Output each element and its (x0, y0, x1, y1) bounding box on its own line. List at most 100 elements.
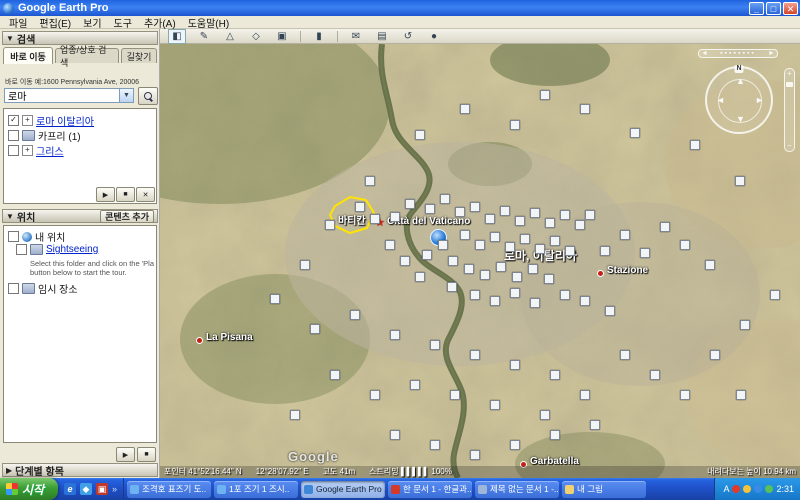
photo-placemark-icon[interactable] (485, 214, 495, 224)
result-checkbox[interactable] (8, 115, 19, 126)
combo-dropdown-icon[interactable]: ▼ (119, 89, 133, 102)
app-quicklaunch-icon[interactable]: ▣ (96, 483, 108, 495)
photo-placemark-icon[interactable] (515, 216, 525, 226)
tab-fly-to[interactable]: 바로 이동 (3, 47, 53, 64)
places-checkbox[interactable] (8, 283, 19, 294)
photo-placemark-icon[interactable] (425, 204, 435, 214)
play-tour-button[interactable]: ▶ (96, 187, 115, 202)
places-panel-header[interactable]: ▼ 위치 콘텐츠 추가 (2, 209, 158, 223)
messenger-quicklaunch-icon[interactable]: ◆ (80, 483, 92, 495)
view-in-maps-icon[interactable]: ↺ (400, 30, 416, 43)
quicklaunch-overflow-icon[interactable]: » (112, 484, 117, 494)
photo-placemark-icon[interactable] (540, 410, 550, 420)
photo-placemark-icon[interactable] (325, 220, 335, 230)
email-icon[interactable]: ✉ (348, 30, 364, 43)
photo-placemark-icon[interactable] (470, 350, 480, 360)
photo-placemark-icon[interactable] (390, 430, 400, 440)
menu-add[interactable]: 추가(A) (139, 15, 181, 30)
photo-placemark-icon[interactable] (690, 140, 700, 150)
photo-placemark-icon[interactable] (447, 282, 457, 292)
pan-down-icon[interactable]: ▼ (736, 114, 745, 124)
photo-placemark-icon[interactable] (705, 260, 715, 270)
zoom-in-button[interactable]: + (785, 69, 794, 78)
add-polygon-icon[interactable]: △ (222, 30, 238, 43)
photo-placemark-icon[interactable] (455, 207, 465, 217)
my-places-row[interactable]: 내 위치 (8, 229, 65, 244)
places-play-button[interactable]: ▶ (116, 447, 135, 462)
ime-indicator[interactable]: A (723, 484, 729, 494)
search-input[interactable]: 로마 (5, 88, 119, 103)
photo-placemark-icon[interactable] (736, 390, 746, 400)
result-checkbox[interactable] (8, 145, 19, 156)
tab-directions[interactable]: 길찾기 (121, 48, 157, 63)
tab-find-businesses[interactable]: 업종/상호 검색 (55, 48, 119, 63)
taskbar-item[interactable]: 내 그림 (562, 481, 646, 498)
photo-placemark-icon[interactable] (448, 256, 458, 266)
photo-placemark-icon[interactable] (650, 370, 660, 380)
photo-placemark-icon[interactable] (500, 206, 510, 216)
sightseeing-label[interactable]: Sightseeing (46, 244, 98, 255)
tilt-slider[interactable]: ◄ ▪▪▪▪▪▪▪▪ ► (698, 49, 778, 58)
photo-placemark-icon[interactable] (350, 310, 360, 320)
taskbar-item-google-earth[interactable]: Google Earth Pro .. (301, 481, 385, 498)
photo-placemark-icon[interactable] (544, 274, 554, 284)
places-checkbox[interactable] (8, 231, 19, 242)
photo-placemark-icon[interactable] (410, 380, 420, 390)
photo-placemark-icon[interactable] (680, 390, 690, 400)
photo-placemark-icon[interactable] (470, 450, 480, 460)
north-indicator[interactable]: N (734, 65, 743, 73)
photo-placemark-icon[interactable] (496, 262, 506, 272)
stop-tour-button[interactable]: ■ (116, 187, 135, 202)
photo-placemark-icon[interactable] (770, 290, 780, 300)
places-checkbox[interactable] (16, 244, 27, 255)
pan-left-icon[interactable]: ◄ (716, 95, 725, 105)
photo-placemark-icon[interactable] (450, 390, 460, 400)
menu-view[interactable]: 보기 (78, 15, 106, 30)
photo-placemark-icon[interactable] (550, 236, 560, 246)
photo-placemark-icon[interactable] (490, 296, 500, 306)
photo-placemark-icon[interactable] (530, 298, 540, 308)
taskbar-item[interactable]: 조격호 표즈기 도.. (127, 481, 211, 498)
ruler-icon[interactable]: ▮ (311, 30, 327, 43)
photo-placemark-icon[interactable] (405, 199, 415, 209)
photo-placemark-icon[interactable] (365, 176, 375, 186)
result-checkbox[interactable] (8, 130, 19, 141)
taskbar-item[interactable]: 1포 즈기 1 즈시.. (214, 481, 298, 498)
photo-placemark-icon[interactable] (740, 320, 750, 330)
photo-placemark-icon[interactable] (710, 350, 720, 360)
photo-placemark-icon[interactable] (575, 220, 585, 230)
photo-placemark-icon[interactable] (640, 248, 650, 258)
tilt-left-icon[interactable]: ◄ (701, 50, 708, 57)
photo-placemark-icon[interactable] (560, 290, 570, 300)
photo-placemark-icon[interactable] (460, 230, 470, 240)
photo-placemark-icon[interactable] (510, 440, 520, 450)
photo-placemark-icon[interactable] (438, 240, 448, 250)
photo-placemark-icon[interactable] (390, 212, 400, 222)
result-label[interactable]: 그리스 (36, 143, 64, 158)
result-label[interactable]: 카프리 (1) (38, 128, 81, 143)
photo-placemark-icon[interactable] (580, 296, 590, 306)
zoom-out-button[interactable]: − (785, 141, 794, 150)
photo-placemark-icon[interactable] (510, 360, 520, 370)
photo-placemark-icon[interactable] (470, 202, 480, 212)
places-stop-button[interactable]: ■ (137, 447, 156, 462)
tilt-right-icon[interactable]: ► (768, 50, 775, 57)
menu-help[interactable]: 도움말(H) (183, 15, 234, 30)
add-content-button[interactable]: 콘텐츠 추가 (100, 210, 154, 223)
search-button[interactable] (138, 87, 158, 105)
photo-placemark-icon[interactable] (470, 290, 480, 300)
photo-placemark-icon[interactable] (370, 214, 380, 224)
photo-placemark-icon[interactable] (290, 410, 300, 420)
photo-placemark-icon[interactable] (530, 208, 540, 218)
tray-icon[interactable] (743, 485, 751, 493)
zoom-slider[interactable]: + − (784, 68, 795, 152)
photo-placemark-icon[interactable] (585, 210, 595, 220)
sky-icon[interactable]: ● (426, 30, 442, 43)
add-path-icon[interactable]: ◇ (248, 30, 264, 43)
tray-icon[interactable] (765, 485, 773, 493)
layers-panel-header[interactable]: ▶ 단계별 항목 (2, 463, 158, 477)
my-places-label[interactable]: 내 위치 (35, 229, 65, 244)
photo-placemark-icon[interactable] (560, 210, 570, 220)
photo-placemark-icon[interactable] (422, 250, 432, 260)
photo-placemark-icon[interactable] (540, 90, 550, 100)
